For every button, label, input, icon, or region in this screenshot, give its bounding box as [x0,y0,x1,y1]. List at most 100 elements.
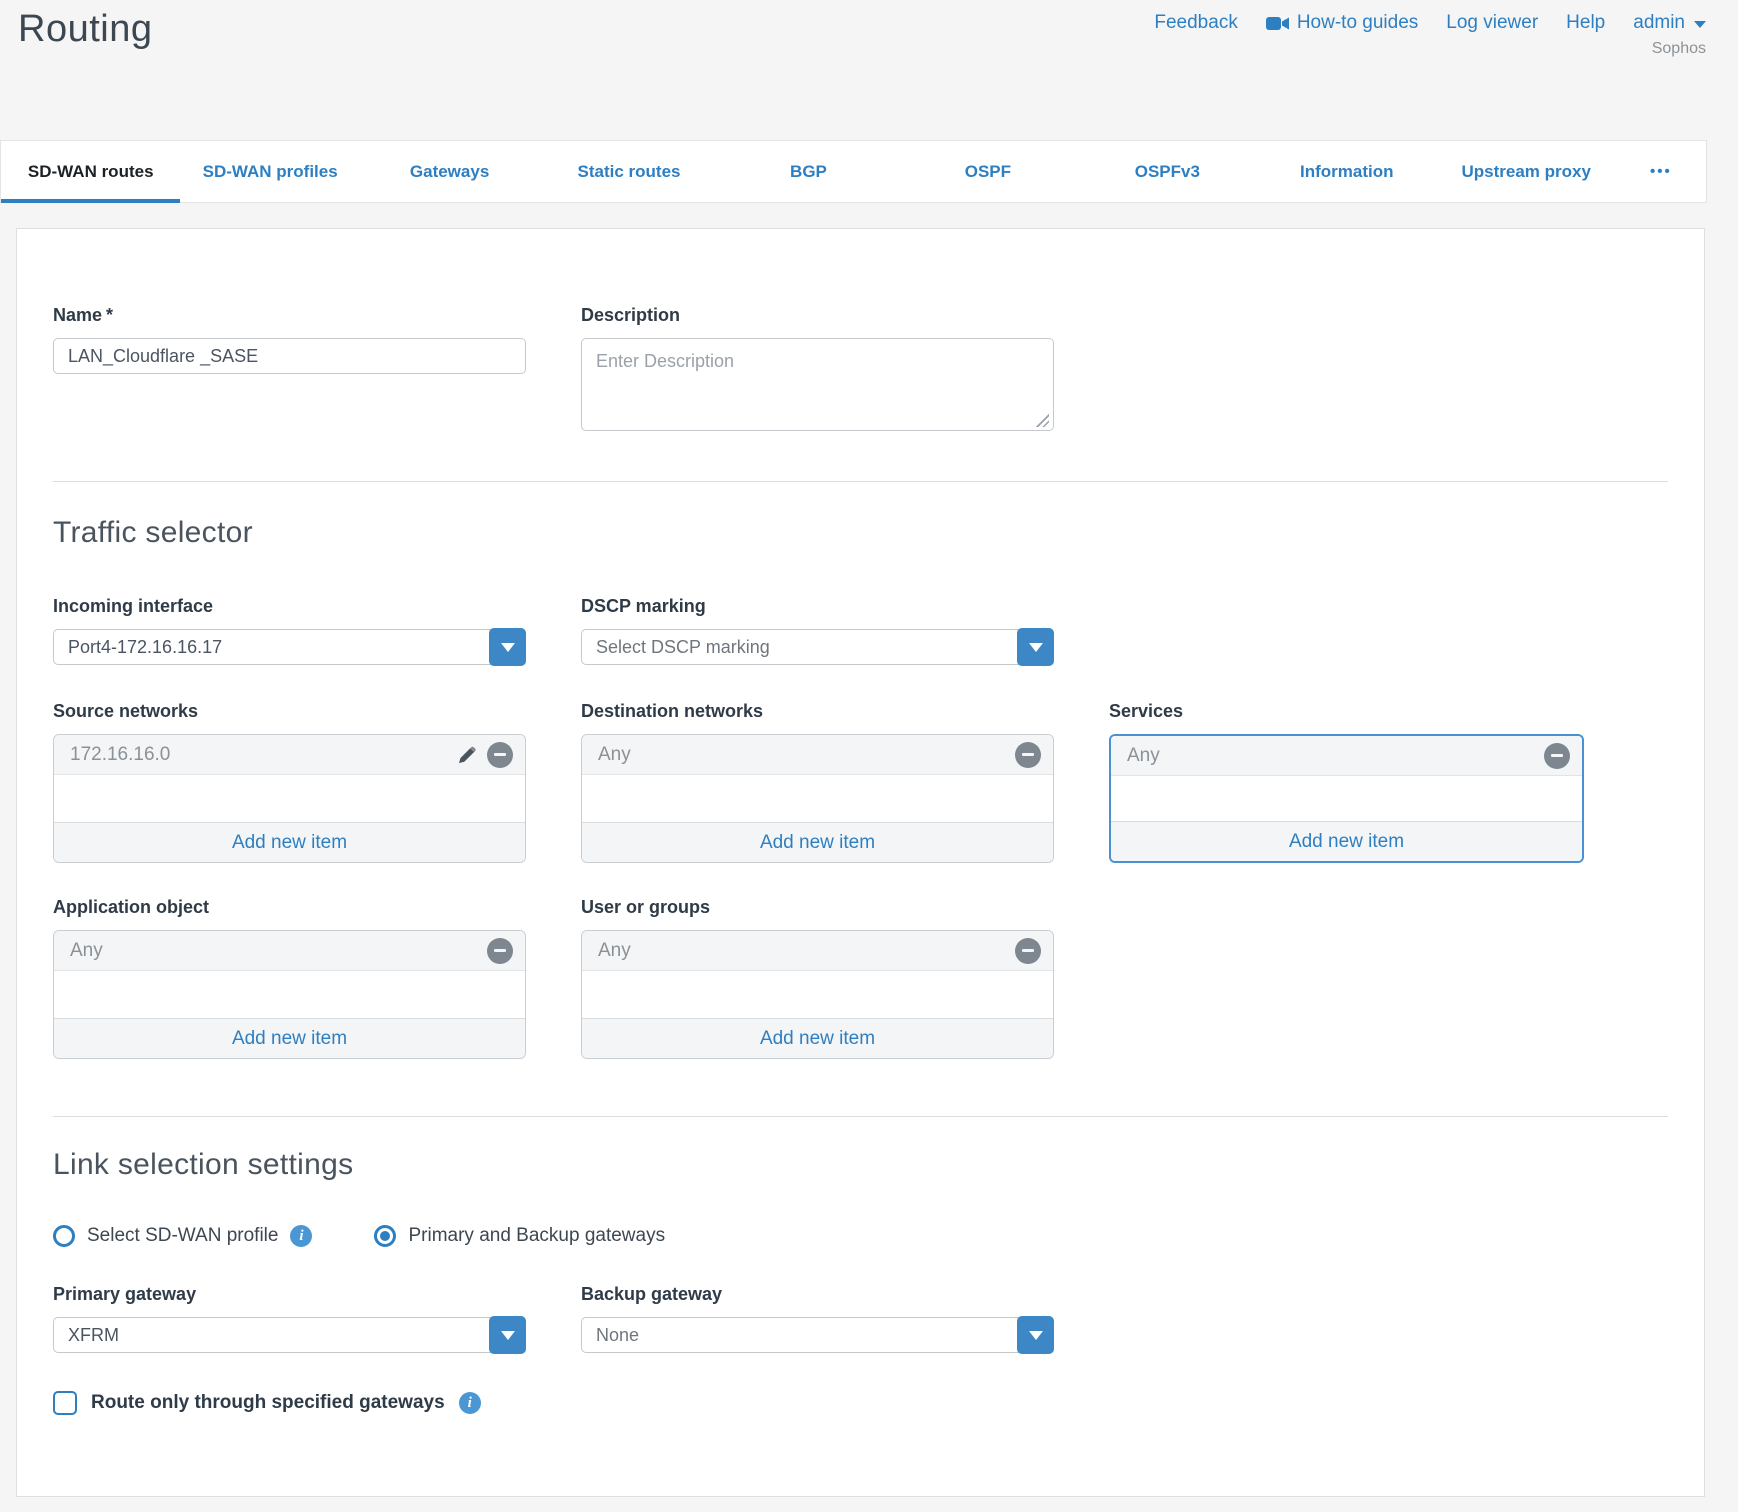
tab-sdwan-routes[interactable]: SD-WAN routes [1,141,180,202]
dscp-marking-value: Select DSCP marking [582,637,1017,658]
tab-more-menu[interactable]: ••• [1616,141,1706,202]
link-mode-radio-row: Select SD-WAN profile i Primary and Back… [53,1225,1668,1247]
dropdown-toggle-button[interactable] [1017,628,1054,666]
destination-networks-label: Destination networks [581,701,1054,722]
tab-static-routes[interactable]: Static routes [539,141,718,202]
remove-item-icon[interactable] [1544,743,1570,769]
source-networks-label: Source networks [53,701,526,722]
description-textarea[interactable] [581,338,1054,431]
application-object-group: Application object Any Add new item [53,897,526,1059]
page-header: Routing Feedback How-to guides Log viewe… [0,0,1738,140]
user-or-groups-listbox: Any Add new item [581,930,1054,1059]
tab-sdwan-profiles[interactable]: SD-WAN profiles [180,141,359,202]
interface-dscp-row: Incoming interface Port4-172.16.16.17 DS… [53,596,1668,665]
list-item[interactable]: Any [1111,736,1582,776]
list-item[interactable]: Any [582,931,1053,971]
info-icon[interactable]: i [290,1225,312,1247]
list-item-label: Any [1127,745,1544,767]
incoming-interface-group: Incoming interface Port4-172.16.16.17 [53,596,526,665]
remove-item-icon[interactable] [487,938,513,964]
listbox-empty-area [582,971,1053,1018]
application-users-row: Application object Any Add new item User… [53,897,1668,1059]
page-title: Routing [18,8,152,51]
dropdown-toggle-button[interactable] [1017,1316,1054,1354]
remove-item-icon[interactable] [487,742,513,768]
list-item-label: 172.16.16.0 [70,744,455,766]
section-divider [53,1116,1668,1117]
description-field-group: Description [581,305,1054,436]
admin-menu[interactable]: admin [1633,12,1706,34]
remove-item-icon[interactable] [1015,742,1041,768]
primary-gateway-group: Primary gateway XFRM [53,1284,526,1353]
name-description-row: Name* Description [53,305,1668,436]
link-selection-heading: Link selection settings [53,1148,1668,1182]
log-viewer-link[interactable]: Log viewer [1446,12,1538,34]
help-link[interactable]: Help [1566,12,1605,34]
tab-information[interactable]: Information [1257,141,1436,202]
tab-gateways[interactable]: Gateways [360,141,539,202]
destination-networks-group: Destination networks Any Add new item [581,701,1054,863]
list-item[interactable]: 172.16.16.0 [54,735,525,775]
list-item-label: Any [70,940,487,962]
tab-ospfv3[interactable]: OSPFv3 [1078,141,1257,202]
list-item[interactable]: Any [582,735,1053,775]
radio-button-icon[interactable] [53,1225,75,1247]
tab-upstream-proxy[interactable]: Upstream proxy [1437,141,1616,202]
services-group: Services Any Add new item [1109,701,1584,863]
radio-select-sdwan-profile[interactable]: Select SD-WAN profile i [53,1225,312,1247]
source-networks-group: Source networks 172.16.16.0 Add new item [53,701,526,863]
video-camera-icon [1266,15,1290,32]
listbox-empty-area [582,775,1053,822]
sdwan-route-form: Name* Description Traffic selector Incom… [16,228,1705,1497]
incoming-interface-value: Port4-172.16.16.17 [54,637,489,658]
required-asterisk: * [106,305,113,325]
name-label: Name* [53,305,526,326]
primary-gateway-select[interactable]: XFRM [53,1317,526,1353]
user-or-groups-label: User or groups [581,897,1054,918]
add-new-item-button[interactable]: Add new item [582,822,1053,862]
list-item[interactable]: Any [54,931,525,971]
name-input[interactable] [53,338,526,374]
route-only-checkbox-row: Route only through specified gateways i [53,1391,1668,1415]
incoming-interface-select[interactable]: Port4-172.16.16.17 [53,629,526,665]
routing-tabbar: SD-WAN routes SD-WAN profiles Gateways S… [0,140,1707,203]
top-navigation: Feedback How-to guides Log viewer Help a… [1154,12,1706,58]
radio-label: Select SD-WAN profile [87,1225,278,1247]
chevron-down-icon [501,1331,515,1340]
dscp-marking-select[interactable]: Select DSCP marking [581,629,1054,665]
services-listbox: Any Add new item [1109,734,1584,863]
howto-guides-link[interactable]: How-to guides [1266,12,1418,34]
radio-primary-backup-gateways[interactable]: Primary and Backup gateways [374,1225,665,1247]
backup-gateway-select[interactable]: None [581,1317,1054,1353]
dropdown-toggle-button[interactable] [489,628,526,666]
radio-button-icon[interactable] [374,1225,396,1247]
info-icon[interactable]: i [459,1392,481,1414]
listbox-empty-area [54,775,525,822]
remove-item-icon[interactable] [1015,938,1041,964]
dscp-marking-group: DSCP marking Select DSCP marking [581,596,1054,665]
chevron-down-icon [501,643,515,652]
gateway-row: Primary gateway XFRM Backup gateway None [53,1284,1668,1353]
tab-ospf[interactable]: OSPF [898,141,1077,202]
list-item-label: Any [598,744,1015,766]
name-field-group: Name* [53,305,526,436]
user-or-groups-group: User or groups Any Add new item [581,897,1054,1059]
add-new-item-button[interactable]: Add new item [54,1018,525,1058]
list-item-label: Any [598,940,1015,962]
edit-pencil-icon[interactable] [455,743,479,767]
route-only-checkbox[interactable] [53,1391,77,1415]
listbox-empty-area [54,971,525,1018]
route-only-checkbox-label: Route only through specified gateways [91,1392,445,1414]
dropdown-toggle-button[interactable] [489,1316,526,1354]
add-new-item-button[interactable]: Add new item [1111,821,1582,861]
dscp-marking-label: DSCP marking [581,596,1054,617]
services-label: Services [1109,701,1584,722]
traffic-selector-heading: Traffic selector [53,516,1668,550]
networks-services-row: Source networks 172.16.16.0 Add new item… [53,701,1668,863]
primary-gateway-label: Primary gateway [53,1284,526,1305]
add-new-item-button[interactable]: Add new item [582,1018,1053,1058]
tab-bgp[interactable]: BGP [719,141,898,202]
destination-networks-listbox: Any Add new item [581,734,1054,863]
feedback-link[interactable]: Feedback [1154,12,1237,34]
add-new-item-button[interactable]: Add new item [54,822,525,862]
